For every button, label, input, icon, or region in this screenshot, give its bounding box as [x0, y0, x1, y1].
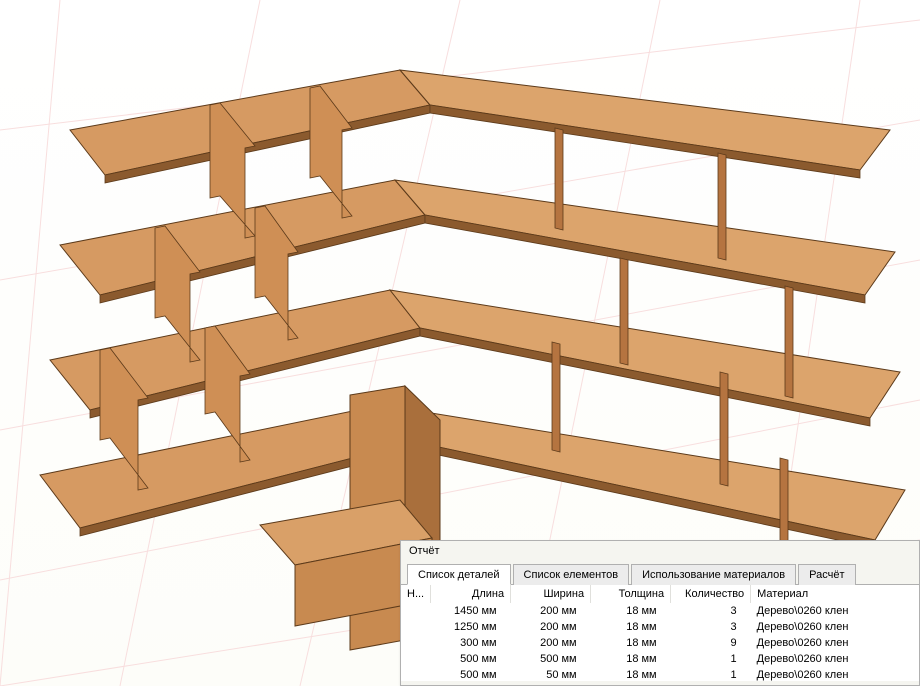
- tab-material-usage[interactable]: Использование материалов: [631, 564, 796, 585]
- cell-name: [401, 635, 431, 651]
- cell-material: Дерево\0260 клен: [751, 603, 919, 619]
- cell-quantity: 3: [671, 603, 751, 619]
- cell-material: Дерево\0260 клен: [751, 651, 919, 667]
- table-row[interactable]: 500 мм500 мм18 мм1Дерево\0260 клен: [401, 651, 919, 667]
- report-title: Отчёт: [401, 541, 919, 563]
- cell-length: 500 мм: [431, 651, 511, 667]
- cell-quantity: 3: [671, 619, 751, 635]
- cell-material: Дерево\0260 клен: [751, 667, 919, 681]
- col-thickness[interactable]: Толщина: [591, 585, 671, 603]
- report-panel: Отчёт Список деталей Список елементов Ис…: [400, 540, 920, 686]
- cell-length: 1450 мм: [431, 603, 511, 619]
- cell-thickness: 18 мм: [591, 603, 671, 619]
- col-quantity[interactable]: Количество: [671, 585, 751, 603]
- col-material[interactable]: Материал: [751, 585, 919, 603]
- cell-name: [401, 619, 431, 635]
- parts-table: Н... Длина Ширина Толщина Количество Мат…: [401, 585, 919, 681]
- table-row[interactable]: 1450 мм200 мм18 мм3Дерево\0260 клен: [401, 603, 919, 619]
- cell-quantity: 1: [671, 667, 751, 681]
- tab-calc[interactable]: Расчёт: [798, 564, 855, 585]
- table-row[interactable]: 500 мм50 мм18 мм1Дерево\0260 клен: [401, 667, 919, 681]
- col-length[interactable]: Длина: [431, 585, 511, 603]
- cell-width: 50 мм: [511, 667, 591, 681]
- table-row[interactable]: 300 мм200 мм18 мм9Дерево\0260 клен: [401, 635, 919, 651]
- cell-length: 1250 мм: [431, 619, 511, 635]
- cell-width: 200 мм: [511, 619, 591, 635]
- tab-elements-list[interactable]: Список елементов: [513, 564, 630, 585]
- table-row[interactable]: 1250 мм200 мм18 мм3Дерево\0260 клен: [401, 619, 919, 635]
- cell-name: [401, 667, 431, 681]
- cell-material: Дерево\0260 клен: [751, 635, 919, 651]
- cell-thickness: 18 мм: [591, 619, 671, 635]
- col-name[interactable]: Н...: [401, 585, 431, 603]
- cell-width: 500 мм: [511, 651, 591, 667]
- cell-name: [401, 603, 431, 619]
- cell-length: 300 мм: [431, 635, 511, 651]
- cell-width: 200 мм: [511, 635, 591, 651]
- cell-thickness: 18 мм: [591, 635, 671, 651]
- cell-thickness: 18 мм: [591, 667, 671, 681]
- cell-length: 500 мм: [431, 667, 511, 681]
- cell-width: 200 мм: [511, 603, 591, 619]
- report-tabs: Список деталей Список елементов Использо…: [401, 563, 919, 585]
- col-width[interactable]: Ширина: [511, 585, 591, 603]
- report-table-area[interactable]: Н... Длина Ширина Толщина Количество Мат…: [401, 585, 919, 681]
- cell-thickness: 18 мм: [591, 651, 671, 667]
- tab-parts-list[interactable]: Список деталей: [407, 564, 511, 585]
- cell-quantity: 1: [671, 651, 751, 667]
- cell-quantity: 9: [671, 635, 751, 651]
- cell-name: [401, 651, 431, 667]
- cell-material: Дерево\0260 клен: [751, 619, 919, 635]
